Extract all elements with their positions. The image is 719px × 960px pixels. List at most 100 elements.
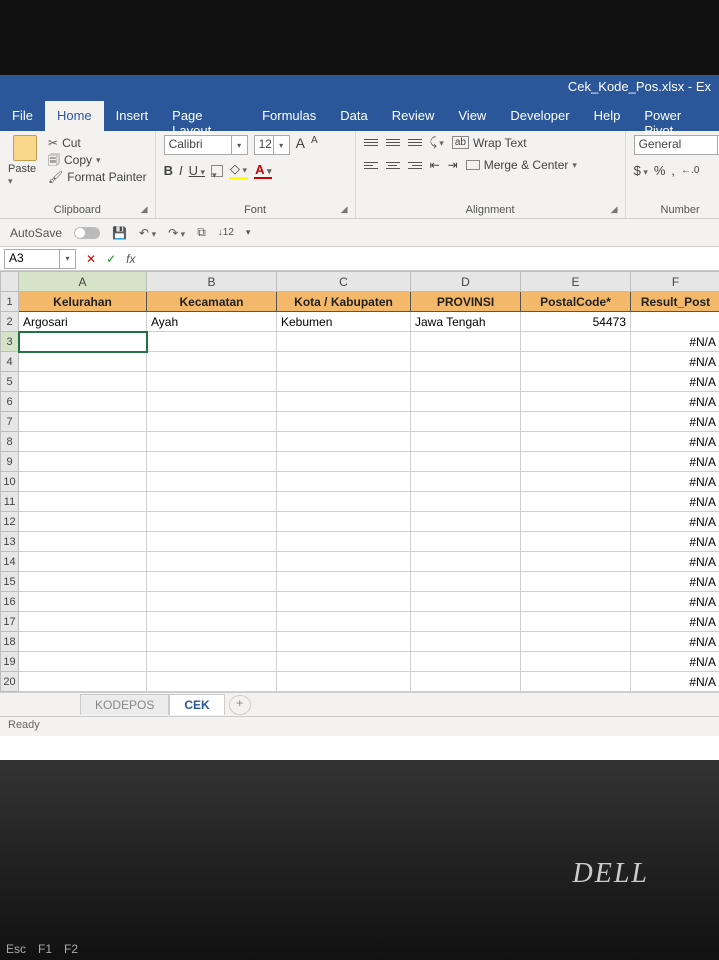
- row-header[interactable]: 15: [1, 572, 19, 592]
- cell[interactable]: 54473: [521, 312, 631, 332]
- orientation-button[interactable]: ⤹: [430, 135, 444, 150]
- number-format-combo[interactable]: General▾: [634, 135, 719, 155]
- column-header[interactable]: B: [147, 272, 277, 292]
- cell[interactable]: #N/A: [631, 332, 719, 352]
- format-painter-button[interactable]: Format Painter: [48, 169, 147, 186]
- cell[interactable]: [411, 512, 521, 532]
- cell[interactable]: [147, 412, 277, 432]
- tab-developer[interactable]: Developer: [498, 101, 581, 131]
- tab-insert[interactable]: Insert: [104, 101, 161, 131]
- cell[interactable]: [147, 472, 277, 492]
- cancel-icon[interactable]: ✕: [86, 252, 96, 266]
- fill-color-button[interactable]: ◇: [229, 161, 248, 180]
- font-size-combo[interactable]: 12▾: [254, 135, 290, 155]
- cut-button[interactable]: Cut: [48, 135, 147, 152]
- name-box[interactable]: A3▾: [4, 249, 76, 269]
- cell[interactable]: [411, 432, 521, 452]
- cell[interactable]: [521, 552, 631, 572]
- cell[interactable]: PostalCode*: [521, 292, 631, 312]
- cell[interactable]: [19, 492, 147, 512]
- calculator-icon[interactable]: ▦: [272, 928, 300, 956]
- cell[interactable]: [277, 332, 411, 352]
- cell[interactable]: #N/A: [631, 672, 719, 692]
- cell[interactable]: [19, 352, 147, 372]
- taskbar-app-icon[interactable]: ◉: [196, 928, 224, 956]
- cell[interactable]: [147, 532, 277, 552]
- cell[interactable]: [19, 572, 147, 592]
- cell[interactable]: [277, 572, 411, 592]
- cell[interactable]: [147, 372, 277, 392]
- percent-format-button[interactable]: %: [654, 163, 666, 178]
- fx-icon[interactable]: fx: [126, 252, 135, 266]
- row-header[interactable]: 18: [1, 632, 19, 652]
- row-header[interactable]: 12: [1, 512, 19, 532]
- cell[interactable]: [411, 572, 521, 592]
- cell[interactable]: [147, 512, 277, 532]
- save-icon[interactable]: [112, 226, 127, 240]
- row-header[interactable]: 16: [1, 592, 19, 612]
- tab-page-layout[interactable]: Page Layout: [160, 101, 250, 131]
- cell[interactable]: [521, 412, 631, 432]
- font-color-button[interactable]: A: [254, 162, 272, 179]
- align-center-button[interactable]: [386, 162, 400, 169]
- formula-input[interactable]: [141, 247, 719, 270]
- copy-button[interactable]: Copy ▾: [48, 152, 147, 169]
- cell[interactable]: Kecamatan: [147, 292, 277, 312]
- cell[interactable]: [521, 652, 631, 672]
- paste-button[interactable]: Paste: [8, 135, 42, 187]
- row-header[interactable]: 14: [1, 552, 19, 572]
- cell[interactable]: [19, 592, 147, 612]
- cell[interactable]: [521, 672, 631, 692]
- cell[interactable]: Result_Post: [631, 292, 719, 312]
- cell[interactable]: [521, 592, 631, 612]
- cell[interactable]: [277, 412, 411, 432]
- cell[interactable]: [19, 452, 147, 472]
- row-header[interactable]: 9: [1, 452, 19, 472]
- cell[interactable]: [411, 352, 521, 372]
- align-right-button[interactable]: [408, 162, 422, 169]
- italic-button[interactable]: I: [179, 163, 183, 178]
- cell[interactable]: [147, 392, 277, 412]
- border-button[interactable]: [211, 165, 223, 177]
- cell[interactable]: [521, 612, 631, 632]
- tab-data[interactable]: Data: [328, 101, 379, 131]
- cell[interactable]: [411, 452, 521, 472]
- cell[interactable]: [411, 552, 521, 572]
- row-header[interactable]: 4: [1, 352, 19, 372]
- bold-button[interactable]: B: [164, 163, 173, 178]
- tab-home[interactable]: Home: [45, 101, 104, 131]
- cell[interactable]: #N/A: [631, 392, 719, 412]
- tab-power-pivot[interactable]: Power Pivot: [632, 101, 719, 131]
- cell[interactable]: #N/A: [631, 572, 719, 592]
- row-header[interactable]: 17: [1, 612, 19, 632]
- cell[interactable]: [19, 412, 147, 432]
- undo-button[interactable]: [139, 226, 156, 240]
- cell[interactable]: [521, 492, 631, 512]
- column-header[interactable]: F: [631, 272, 719, 292]
- align-left-button[interactable]: [364, 162, 378, 169]
- row-header[interactable]: 5: [1, 372, 19, 392]
- cell[interactable]: #N/A: [631, 612, 719, 632]
- row-header[interactable]: 8: [1, 432, 19, 452]
- row-header[interactable]: 10: [1, 472, 19, 492]
- cell[interactable]: Jawa Tengah: [411, 312, 521, 332]
- align-top-button[interactable]: [364, 139, 378, 146]
- cell[interactable]: [277, 592, 411, 612]
- cell[interactable]: [521, 572, 631, 592]
- row-header[interactable]: 20: [1, 672, 19, 692]
- cell[interactable]: [147, 612, 277, 632]
- cell[interactable]: [277, 552, 411, 572]
- cell[interactable]: [19, 652, 147, 672]
- cell[interactable]: Kelurahan: [19, 292, 147, 312]
- cell[interactable]: [631, 312, 719, 332]
- cell[interactable]: Argosari: [19, 312, 147, 332]
- cell[interactable]: [277, 392, 411, 412]
- cell[interactable]: [19, 532, 147, 552]
- cell[interactable]: [521, 452, 631, 472]
- tab-file[interactable]: File: [0, 101, 45, 131]
- cell[interactable]: #N/A: [631, 532, 719, 552]
- cell[interactable]: [147, 432, 277, 452]
- file-explorer-icon[interactable]: 🗂: [120, 928, 148, 956]
- cell[interactable]: [411, 592, 521, 612]
- cell[interactable]: #N/A: [631, 412, 719, 432]
